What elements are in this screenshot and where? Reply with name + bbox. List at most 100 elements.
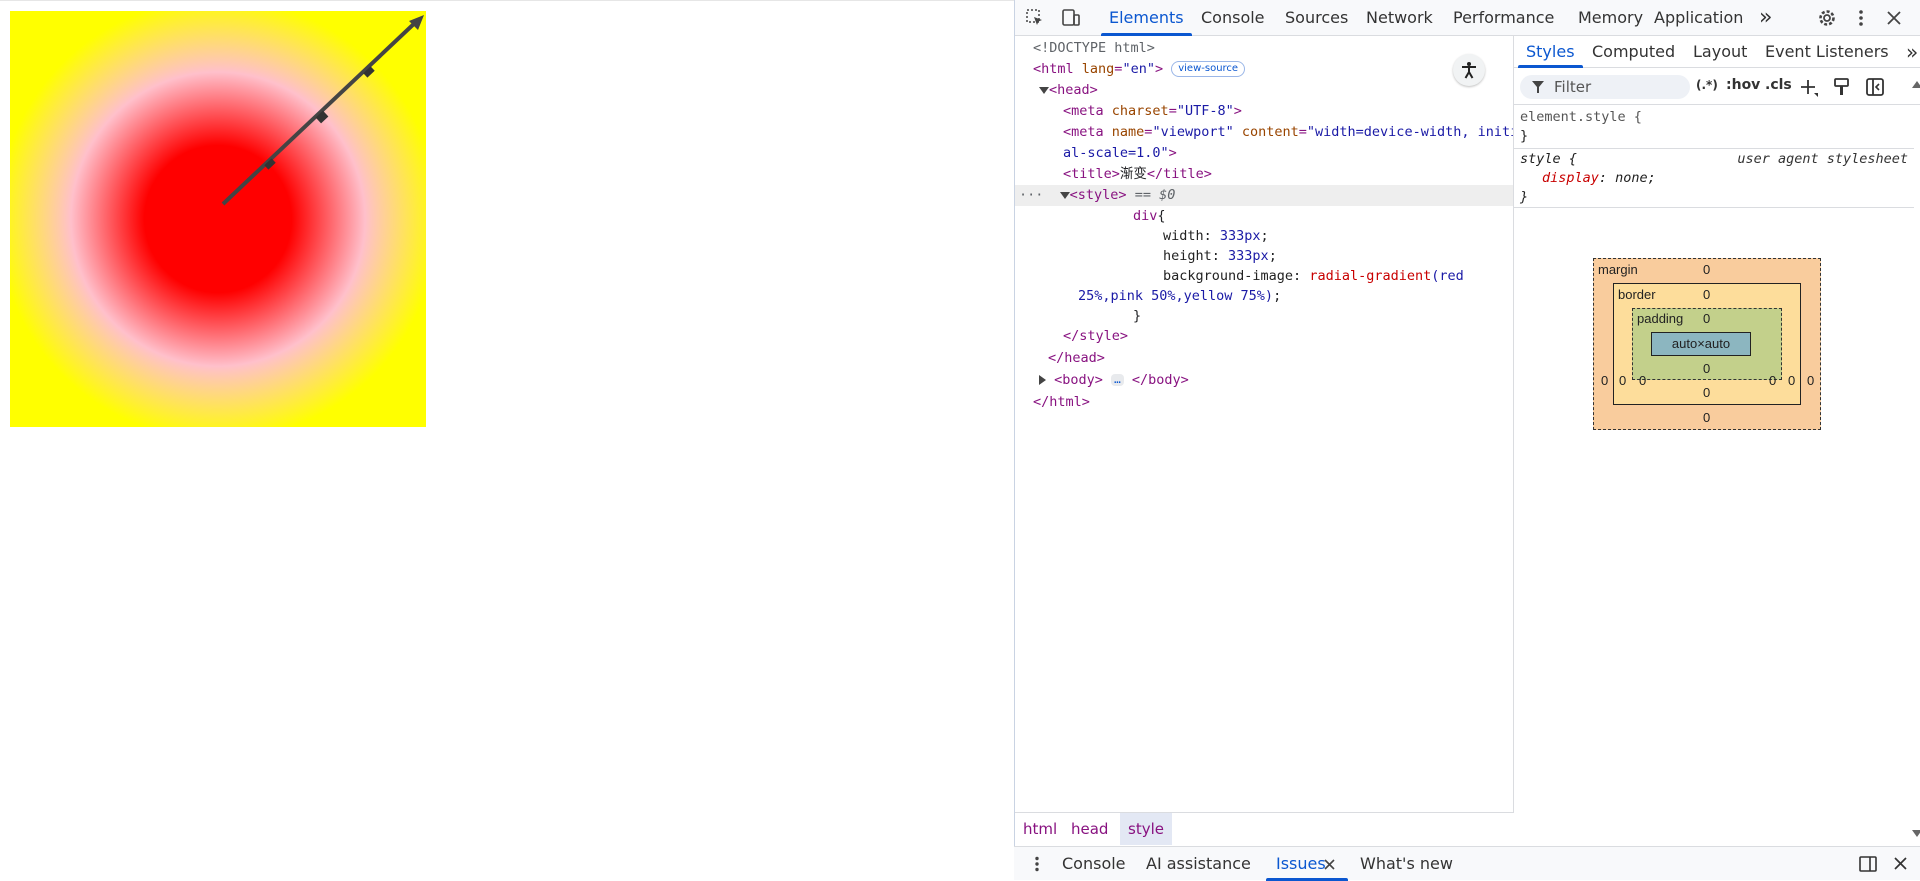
inspect-element-icon[interactable] — [1023, 6, 1047, 30]
close-drawer-icon[interactable] — [1894, 857, 1907, 870]
meta-viewport-node[interactable]: <meta name="viewport" content="width=dev… — [1015, 122, 1513, 143]
style-node-selected[interactable]: ··· <style> == $0 — [1015, 185, 1513, 206]
border-top-value[interactable]: 0 — [1703, 287, 1710, 302]
style-open-tag: <style> — [1069, 187, 1127, 203]
css-arg-cont: 25%,pink 50%,yellow 75%) — [1078, 288, 1274, 304]
meta-close: > — [1168, 145, 1177, 161]
tab-elements[interactable]: Elements — [1101, 0, 1192, 36]
head-node[interactable]: <head> — [1015, 80, 1513, 101]
body-open-tag: <body> — [1054, 372, 1103, 388]
meta-charset-node[interactable]: <meta charset="UTF-8"> — [1015, 101, 1513, 122]
close-issues-tab-icon[interactable] — [1324, 859, 1335, 870]
margin-right-value[interactable]: 0 — [1807, 373, 1814, 388]
view-source-badge[interactable]: view-source — [1171, 61, 1246, 77]
lang-attr: lang — [1081, 61, 1115, 77]
breadcrumb-style[interactable]: style — [1120, 813, 1172, 845]
css-function: radial-gradient — [1309, 268, 1432, 284]
doctype-text: <!DOCTYPE html> — [1033, 40, 1155, 56]
tab-application[interactable]: Application — [1654, 0, 1743, 35]
drawer-menu-icon[interactable] — [1034, 856, 1040, 872]
tab-console[interactable]: Console — [1201, 0, 1265, 35]
collapsed-caret-icon[interactable] — [1039, 375, 1046, 385]
gradient-line — [221, 18, 420, 206]
expand-caret-icon[interactable] — [1039, 86, 1049, 94]
html-tag: <html — [1033, 61, 1074, 77]
padding-left-value[interactable]: 0 — [1639, 373, 1646, 388]
css-prop: width — [1163, 228, 1204, 244]
head-close-tag: </head> — [1048, 350, 1105, 366]
html-node[interactable]: <html lang="en"> view-source — [1015, 59, 1513, 80]
tab-sources[interactable]: Sources — [1285, 0, 1348, 35]
scroll-down-arrow-icon[interactable] — [1912, 830, 1920, 837]
drawer-tab-issues[interactable]: Issues — [1266, 847, 1348, 881]
style-close-node[interactable]: </style> — [1015, 326, 1513, 347]
meta-viewport-continuation: al-scale=1.0"> — [1015, 143, 1513, 164]
css-brace-close-line: } — [1015, 306, 1513, 327]
head-close-node[interactable]: </head> — [1015, 348, 1513, 369]
css-bg-line: background-image: radial-gradient(red — [1163, 268, 1464, 284]
devtools-drawer: Console AI assistance Issues What's new — [1014, 846, 1920, 881]
close-devtools-icon[interactable] — [1882, 6, 1906, 30]
breadcrumb-head[interactable]: head — [1063, 813, 1116, 845]
lang-value: "en" — [1122, 61, 1155, 77]
device-toolbar-icon[interactable] — [1059, 6, 1083, 30]
settings-gear-icon[interactable] — [1815, 6, 1839, 30]
css-arg: (red — [1431, 268, 1464, 284]
title-node[interactable]: <title>渐变</title> — [1015, 164, 1513, 185]
expand-children-badge[interactable]: … — [1111, 374, 1124, 386]
expand-caret-icon[interactable] — [1059, 191, 1070, 199]
drawer-tab-whats-new[interactable]: What's new — [1360, 847, 1453, 881]
css-width-line: width: 333px; — [1163, 228, 1269, 244]
css-prop: background-image — [1163, 268, 1294, 284]
html-close-node[interactable]: </html> — [1015, 392, 1513, 413]
title-open-tag: <title> — [1063, 166, 1120, 182]
gradient-stop-handle-red[interactable] — [264, 158, 276, 170]
charset-value: "UTF-8" — [1176, 103, 1234, 119]
drawer-tab-console[interactable]: Console — [1062, 847, 1126, 881]
box-model-diagram: auto×auto margin 0 0 0 0 border 0 0 0 0 … — [1514, 36, 1914, 456]
breadcrumb-html[interactable]: html — [1015, 813, 1065, 845]
border-label: border — [1618, 287, 1656, 302]
gradient-direction-overlay — [221, 15, 424, 206]
content-attr: content — [1241, 124, 1299, 140]
padding-top-value[interactable]: 0 — [1703, 311, 1710, 326]
border-bottom-value[interactable]: 0 — [1703, 385, 1710, 400]
css-value: 333px — [1228, 248, 1269, 264]
margin-left-value[interactable]: 0 — [1601, 373, 1608, 388]
selected-marker: == $0 — [1134, 187, 1176, 203]
charset-attr: charset — [1111, 103, 1169, 119]
css-selector-line: div{ — [1015, 206, 1513, 227]
tab-memory[interactable]: Memory — [1578, 0, 1643, 35]
css-brace-open: { — [1157, 208, 1166, 224]
tab-performance[interactable]: Performance — [1453, 0, 1554, 35]
padding-label: padding — [1637, 311, 1684, 326]
border-right-value[interactable]: 0 — [1788, 373, 1795, 388]
margin-top-value[interactable]: 0 — [1703, 262, 1710, 277]
styles-sidebar: Styles Computed Layout Event Listeners »… — [1514, 36, 1920, 846]
margin-bottom-value[interactable]: 0 — [1703, 410, 1710, 425]
tab-network[interactable]: Network — [1366, 0, 1433, 35]
node-actions-dots-icon[interactable]: ··· — [1015, 187, 1043, 203]
style-close-tag: </style> — [1063, 328, 1129, 344]
meta-close: > — [1233, 103, 1242, 119]
elements-dom-tree: <!DOCTYPE html> <html lang="en"> view-so… — [1015, 36, 1514, 812]
name-attr: name — [1111, 124, 1145, 140]
name-value: "viewport" — [1152, 124, 1234, 140]
drawer-tab-ai-assistance[interactable]: AI assistance — [1146, 847, 1251, 881]
head-open-tag: <head> — [1049, 82, 1098, 98]
css-value: 333px — [1219, 228, 1261, 244]
body-node[interactable]: <body> … </body> — [1015, 370, 1513, 391]
kebab-menu-icon[interactable] — [1849, 6, 1873, 30]
box-model-content[interactable]: auto×auto — [1651, 332, 1751, 356]
accessibility-tree-toggle-icon[interactable] — [1453, 54, 1485, 86]
padding-right-value[interactable]: 0 — [1769, 373, 1776, 388]
body-close-tag: </body> — [1131, 372, 1189, 388]
breadcrumb: html head style — [1015, 812, 1514, 846]
html-close-tag: </html> — [1033, 394, 1090, 410]
devtools-panel: Elements Console Sources Network Perform… — [1014, 0, 1920, 880]
more-tabs-chevron-icon[interactable]: » — [1759, 0, 1772, 35]
border-left-value[interactable]: 0 — [1619, 373, 1626, 388]
padding-bottom-value[interactable]: 0 — [1703, 361, 1710, 376]
doctype-node[interactable]: <!DOCTYPE html> — [1015, 38, 1513, 59]
dock-side-icon[interactable] — [1859, 856, 1877, 872]
